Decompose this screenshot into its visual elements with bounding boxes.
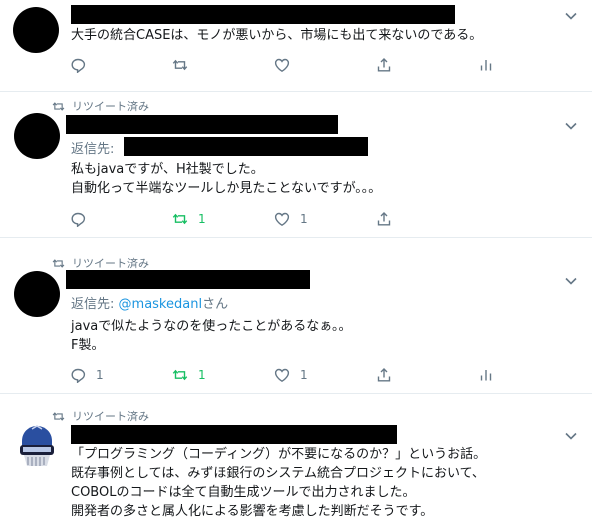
redacted-username (71, 425, 397, 444)
redacted-username (66, 115, 338, 134)
analytics-icon (480, 59, 492, 72)
retweet-button[interactable]: 1 (172, 367, 274, 383)
retweet-count: 1 (198, 368, 206, 382)
like-button[interactable] (274, 57, 376, 73)
like-count: 1 (300, 212, 308, 226)
tweet-2[interactable]: リツイート済み 返信先: 私もjavaですが、H社製でした。 自動化って半端なツ… (0, 93, 592, 238)
reply-button[interactable] (70, 211, 172, 227)
reply-icon (71, 212, 86, 227)
reply-suffix: さん (202, 297, 229, 312)
share-button[interactable] (376, 211, 478, 227)
reply-button[interactable]: 1 (70, 367, 172, 383)
caret-down-icon[interactable] (564, 11, 578, 21)
retweet-icon (52, 259, 65, 267)
like-icon (274, 368, 290, 382)
like-button[interactable]: 1 (274, 367, 376, 383)
retweet-icon (52, 102, 65, 110)
reply-button[interactable] (70, 57, 172, 73)
share-button[interactable] (376, 367, 478, 383)
analytics-button[interactable] (478, 367, 580, 383)
avatar[interactable] (14, 271, 60, 317)
caret-down-icon[interactable] (564, 431, 578, 441)
reply-to: 返信先: (71, 138, 114, 157)
retweeted-label: リツイート済み (72, 100, 149, 113)
avatar[interactable] (14, 113, 60, 159)
redacted-username (71, 5, 455, 24)
analytics-icon (480, 369, 492, 382)
avatar[interactable] (14, 423, 60, 469)
retweet-count: 1 (198, 212, 206, 226)
retweet-icon (52, 412, 65, 420)
tweet-1[interactable]: 大手の統合CASEは、モノが悪いから、市場にも出て来ないのである。 (0, 0, 592, 92)
like-count: 1 (300, 368, 308, 382)
reply-icon (71, 58, 86, 73)
tweet-actions (70, 57, 580, 73)
tweet-text: javaで似たようなのを使ったことがあるなぁ。。 F製。 (71, 319, 352, 353)
like-button[interactable]: 1 (274, 211, 376, 227)
tweet-actions: 1 1 1 (70, 367, 580, 383)
analytics-button[interactable] (478, 57, 580, 73)
reply-to: 返信先: @maskedanlさん (71, 293, 228, 312)
share-icon (377, 368, 391, 382)
tweet-text: 私もjavaですが、H社製でした。 自動化って半端なツールしか見たことないですが… (71, 162, 382, 196)
like-icon (274, 212, 290, 226)
retweet-icon (172, 60, 188, 70)
share-button[interactable] (376, 57, 478, 73)
tweet-4[interactable]: リツイート済み 「プログラミング（コーディング）が不要になるのか？」というお話。… (0, 395, 592, 529)
redacted-username (66, 270, 310, 289)
reply-mention-link[interactable]: @maskedanl (119, 297, 203, 312)
retweeted-indicator: リツイート済み (52, 408, 149, 424)
reply-label: 返信先: (71, 142, 115, 157)
share-icon (377, 58, 391, 72)
retweeted-indicator: リツイート済み (52, 98, 149, 114)
robot-mask-avatar-icon (14, 423, 60, 469)
retweet-icon (172, 214, 188, 224)
retweeted-indicator: リツイート済み (52, 255, 149, 271)
retweeted-label: リツイート済み (72, 257, 149, 270)
retweeted-label: リツイート済み (72, 410, 149, 423)
tweet-3[interactable]: リツイート済み 返信先: @maskedanlさん javaで似たようなのを使っ… (0, 239, 592, 394)
like-icon (274, 58, 290, 72)
caret-down-icon[interactable] (564, 276, 578, 286)
avatar[interactable] (13, 7, 59, 53)
tweet-actions: 1 1 (70, 211, 478, 227)
retweet-button[interactable] (172, 57, 274, 73)
share-icon (377, 212, 391, 226)
caret-down-icon[interactable] (564, 121, 578, 131)
redacted-mention[interactable] (124, 137, 368, 156)
retweet-icon (172, 370, 188, 380)
reply-icon (71, 368, 86, 383)
tweet-text: 「プログラミング（コーディング）が不要になるのか？」というお話。 既存事例として… (71, 447, 487, 519)
reply-count: 1 (96, 368, 104, 382)
tweet-text: 大手の統合CASEは、モノが悪いから、市場にも出て来ないのである。 (71, 28, 483, 43)
reply-label: 返信先: (71, 297, 115, 312)
retweet-button[interactable]: 1 (172, 211, 274, 227)
